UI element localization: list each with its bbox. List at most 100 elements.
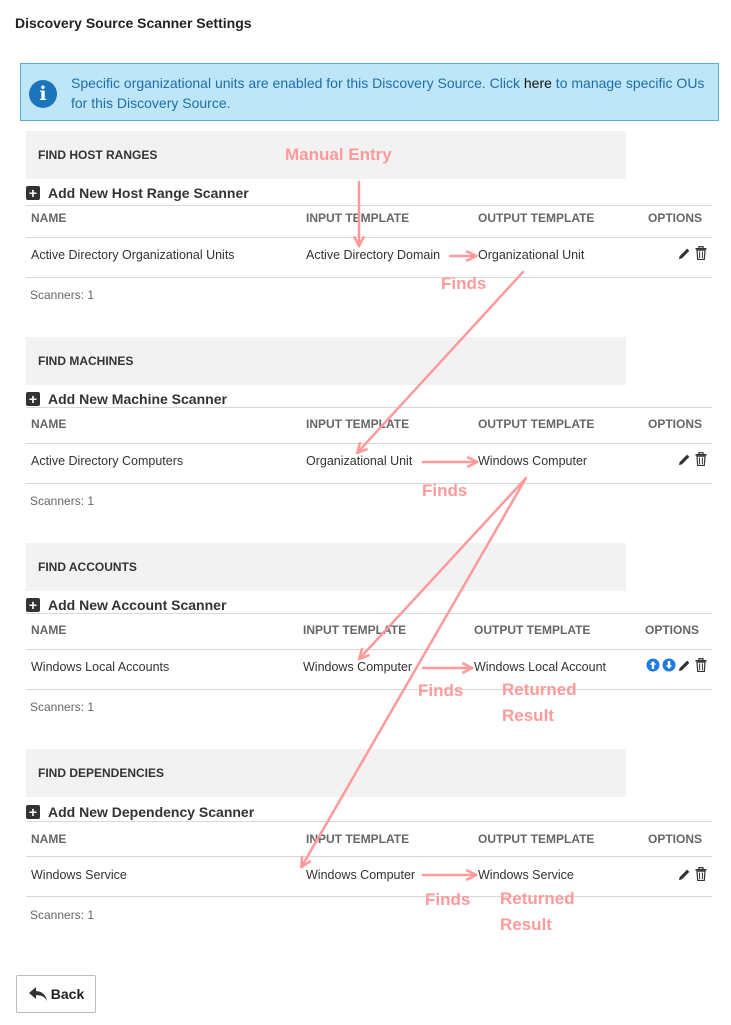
add-dependency-scanner-button[interactable]: + Add New Dependency Scanner [26, 802, 254, 822]
col-name: NAME [31, 211, 67, 225]
col-options: OPTIONS [648, 417, 703, 431]
col-input-template: INPUT TEMPLATE [306, 832, 410, 846]
scanner-name: Active Directory Computers [31, 454, 184, 468]
row-options [677, 450, 708, 468]
add-scanner-label: Add New Account Scanner [48, 597, 227, 613]
move-up-button[interactable] [645, 656, 660, 674]
add-scanner-label: Add New Machine Scanner [48, 391, 227, 407]
section-heading: FIND DEPENDENCIES [26, 749, 626, 797]
annotation-finds: Finds [441, 274, 487, 293]
divider [26, 821, 712, 822]
trash-icon [695, 452, 706, 466]
col-output-template: OUTPUT TEMPLATE [478, 211, 595, 225]
scanner-name: Active Directory Organizational Units [31, 248, 235, 262]
info-banner: i Specific organizational units are enab… [20, 63, 719, 121]
col-input-template: INPUT TEMPLATE [303, 623, 407, 637]
col-options: OPTIONS [648, 832, 703, 846]
col-options: OPTIONS [648, 211, 703, 225]
annotation-finds: Finds [418, 681, 464, 700]
edit-button[interactable] [677, 656, 692, 674]
delete-button[interactable] [693, 244, 708, 262]
output-template: Windows Local Account [474, 660, 607, 674]
edit-button[interactable] [677, 450, 692, 468]
trash-icon [695, 246, 706, 260]
col-output-template: OUTPUT TEMPLATE [474, 623, 591, 637]
section-heading: FIND MACHINES [26, 337, 626, 385]
input-template: Windows Computer [306, 868, 416, 882]
col-output-template: OUTPUT TEMPLATE [478, 832, 595, 846]
col-input-template: INPUT TEMPLATE [306, 417, 410, 431]
annotation-returned-result: Returned Result [500, 889, 575, 934]
add-scanner-label: Add New Dependency Scanner [48, 804, 255, 820]
divider [26, 896, 712, 897]
output-template: Organizational Unit [478, 248, 585, 262]
row-options [645, 656, 708, 674]
back-button[interactable]: Back [16, 975, 96, 1013]
divider [26, 277, 712, 278]
pencil-icon [678, 248, 690, 259]
row-options [677, 244, 708, 262]
plus-square-icon: + [26, 392, 40, 406]
add-host-range-scanner-button[interactable]: + Add New Host Range Scanner [26, 183, 249, 203]
section-dependencies: FIND DEPENDENCIES + Add New Dependency S… [26, 749, 712, 934]
scanner-name: Windows Local Accounts [31, 660, 170, 674]
delete-button[interactable] [693, 450, 708, 468]
plus-square-icon: + [26, 805, 40, 819]
add-machine-scanner-button[interactable]: + Add New Machine Scanner [26, 389, 227, 409]
plus-square-icon: + [26, 598, 40, 612]
arrow-down-circle-icon [662, 658, 675, 672]
annotation-manual-entry: Manual Entry [285, 145, 392, 164]
page-title: Discovery Source Scanner Settings [15, 15, 252, 31]
move-down-button[interactable] [661, 656, 676, 674]
output-template: Windows Computer [478, 454, 588, 468]
divider [26, 689, 712, 690]
back-label: Back [50, 986, 85, 1002]
divider [26, 407, 712, 408]
manage-ous-link[interactable]: here [524, 75, 552, 91]
add-scanner-label: Add New Host Range Scanner [48, 185, 249, 201]
trash-icon [695, 658, 706, 672]
input-template: Organizational Unit [306, 454, 413, 468]
col-name: NAME [31, 832, 67, 846]
divider [26, 237, 712, 238]
info-message: Specific organizational units are enable… [71, 73, 711, 113]
annotation-finds: Finds [422, 481, 468, 500]
divider [26, 613, 712, 614]
section-heading: FIND ACCOUNTS [26, 543, 626, 591]
delete-button[interactable] [693, 656, 708, 674]
plus-square-icon: + [26, 186, 40, 200]
reply-arrow-icon [28, 987, 47, 1001]
edit-button[interactable] [677, 865, 692, 883]
col-name: NAME [31, 417, 67, 431]
col-name: NAME [31, 623, 67, 637]
input-template: Active Directory Domain [306, 248, 441, 262]
pencil-icon [678, 869, 690, 880]
pencil-icon [678, 660, 690, 671]
col-input-template: INPUT TEMPLATE [306, 211, 410, 225]
delete-button[interactable] [693, 865, 708, 883]
divider [26, 649, 712, 650]
input-template: Windows Computer [303, 660, 413, 674]
trash-icon [695, 867, 706, 881]
add-account-scanner-button[interactable]: + Add New Account Scanner [26, 595, 226, 615]
scanner-name: Windows Service [31, 868, 127, 882]
row-options [677, 865, 708, 883]
annotation-finds: Finds [425, 890, 471, 909]
scanner-count: Scanners: 1 [30, 700, 95, 714]
divider [26, 205, 712, 206]
col-output-template: OUTPUT TEMPLATE [478, 417, 595, 431]
annotation-returned-result: Returned Result [502, 680, 577, 725]
section-accounts: FIND ACCOUNTS + Add New Account Scanner … [26, 543, 712, 723]
divider [26, 443, 712, 444]
scanner-count: Scanners: 1 [30, 908, 95, 922]
divider [26, 856, 712, 857]
arrow-up-circle-icon [646, 658, 659, 672]
scanner-count: Scanners: 1 [30, 288, 95, 302]
section-machines: FIND MACHINES + Add New Machine Scanner … [26, 337, 712, 517]
col-options: OPTIONS [645, 623, 700, 637]
pencil-icon [678, 454, 690, 465]
edit-button[interactable] [677, 244, 692, 262]
info-text-before: Specific organizational units are enable… [71, 75, 524, 91]
divider [26, 483, 712, 484]
output-template: Windows Service [478, 868, 574, 882]
